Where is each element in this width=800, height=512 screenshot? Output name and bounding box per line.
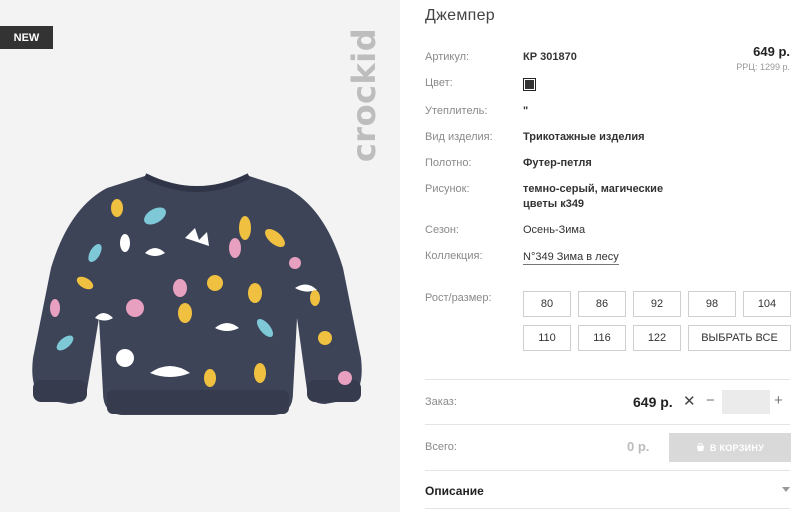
fabric-value: Футер-петля bbox=[523, 157, 592, 169]
divider bbox=[425, 470, 790, 471]
brand-logo: crockid bbox=[345, 27, 383, 163]
divider bbox=[425, 424, 790, 425]
size-option-86[interactable]: 86 bbox=[578, 291, 626, 317]
collection-label: Коллекция: bbox=[425, 250, 483, 262]
order-price: 649 р. bbox=[633, 394, 673, 410]
divider bbox=[425, 508, 790, 509]
pattern-value-line1: темно-серый, магические bbox=[523, 183, 664, 195]
size-option-80[interactable]: 80 bbox=[523, 291, 571, 317]
multiply-icon: ✕ bbox=[683, 393, 696, 410]
add-to-cart-label: В КОРЗИНУ bbox=[709, 442, 765, 453]
article-label: Артикул: bbox=[425, 51, 470, 63]
description-label: Описание bbox=[425, 484, 484, 498]
product-rrp: РРЦ: 1299 р. bbox=[736, 62, 790, 72]
type-value: Трикотажные изделия bbox=[523, 131, 645, 143]
color-label: Цвет: bbox=[425, 77, 453, 89]
pattern-value-line2: цветы к349 bbox=[523, 198, 585, 210]
color-swatch-fill bbox=[525, 80, 534, 89]
pattern-label: Рисунок: bbox=[425, 183, 470, 195]
cart-icon bbox=[696, 443, 704, 452]
fabric-label: Полотно: bbox=[425, 157, 472, 169]
insulation-value: " bbox=[523, 105, 529, 117]
divider bbox=[425, 379, 790, 380]
total-value: 0 р. bbox=[627, 439, 650, 454]
size-label: Рост/размер: bbox=[425, 292, 492, 304]
order-row: Заказ: 649 р. ✕ − + bbox=[425, 388, 790, 416]
new-badge: NEW bbox=[0, 26, 53, 49]
size-option-122[interactable]: 122 bbox=[633, 325, 681, 351]
size-option-116[interactable]: 116 bbox=[578, 325, 626, 351]
collection-link[interactable]: N°349 Зима в лесу bbox=[523, 250, 619, 265]
season-value: Осень-Зима bbox=[523, 224, 586, 236]
add-to-cart-button[interactable]: В КОРЗИНУ bbox=[669, 433, 791, 462]
size-option-110[interactable]: 110 bbox=[523, 325, 571, 351]
brand-watermark: crockid bbox=[328, 20, 400, 170]
size-option-104[interactable]: 104 bbox=[743, 291, 791, 317]
article-value: КР 301870 bbox=[523, 51, 577, 63]
size-option-92[interactable]: 92 bbox=[633, 291, 681, 317]
order-label: Заказ: bbox=[425, 396, 457, 408]
price-block: 649 р. РРЦ: 1299 р. bbox=[736, 44, 790, 72]
decrease-quantity-button[interactable]: − bbox=[706, 392, 715, 409]
insulation-label: Утеплитель: bbox=[425, 105, 488, 117]
product-price: 649 р. bbox=[753, 44, 790, 59]
total-label: Всего: bbox=[425, 441, 457, 453]
season-label: Сезон: bbox=[425, 224, 459, 236]
product-image[interactable]: NEW crockid bbox=[0, 0, 400, 512]
chevron-down-icon bbox=[782, 487, 790, 492]
sweater-illustration bbox=[32, 173, 362, 415]
description-toggle[interactable]: Описание bbox=[425, 478, 790, 506]
product-title: Джемпер bbox=[425, 7, 495, 24]
size-option-98[interactable]: 98 bbox=[688, 291, 736, 317]
type-label: Вид изделия: bbox=[425, 131, 493, 143]
quantity-input[interactable] bbox=[722, 390, 770, 414]
color-swatch[interactable] bbox=[523, 78, 536, 91]
total-row: Всего: 0 р. В КОРЗИНУ bbox=[425, 433, 791, 463]
product-info: Джемпер 649 р. РРЦ: 1299 р. Артикул: КР … bbox=[425, 0, 800, 512]
select-all-sizes-button[interactable]: ВЫБРАТЬ ВСЕ bbox=[688, 325, 791, 351]
increase-quantity-button[interactable]: + bbox=[774, 392, 783, 409]
